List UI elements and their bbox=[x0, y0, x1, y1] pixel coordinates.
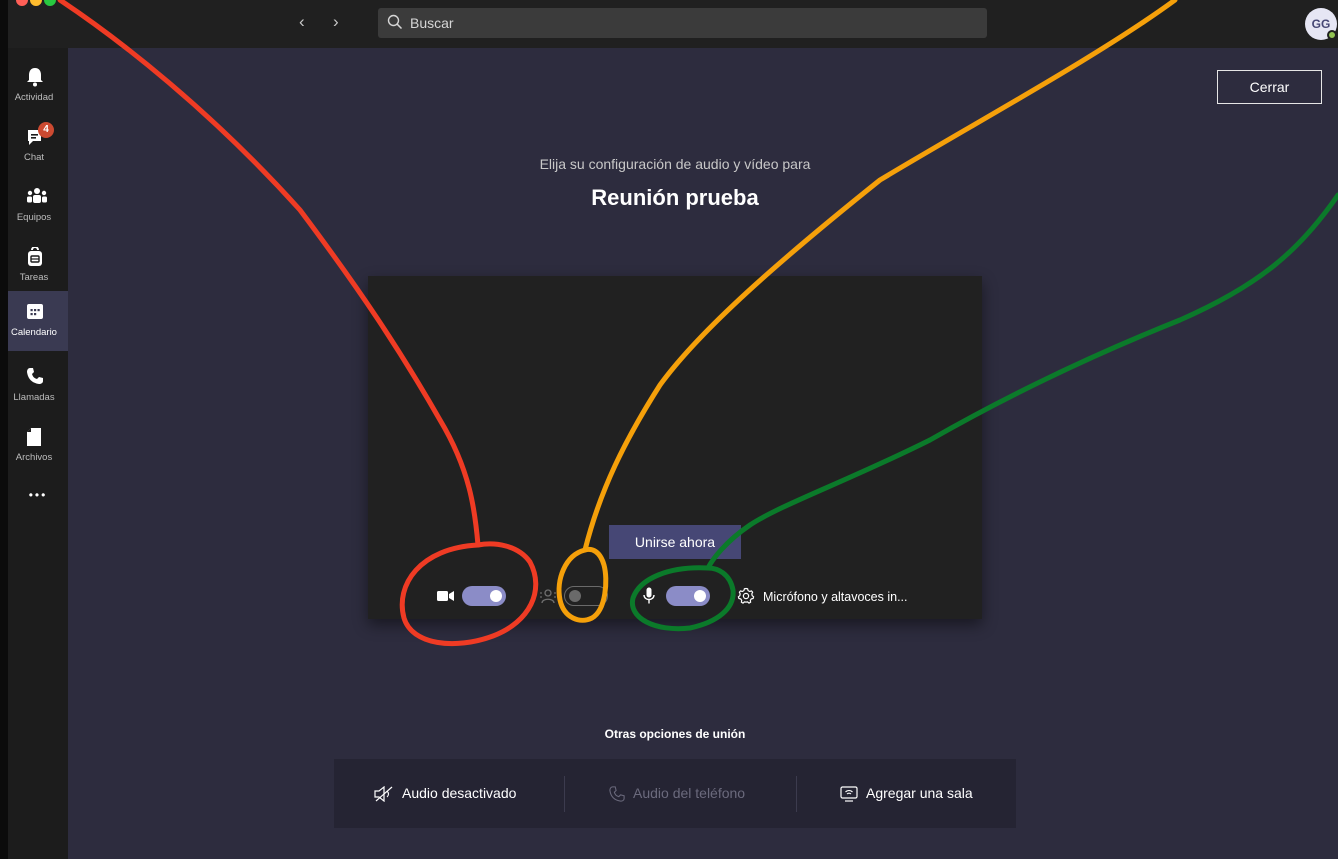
rail-item-label: Equipos bbox=[16, 212, 52, 223]
rail-item-actividad[interactable]: Actividad bbox=[8, 56, 68, 116]
forward-arrow-icon[interactable]: › bbox=[333, 12, 339, 32]
phone-audio-option: Audio del teléfono bbox=[609, 759, 799, 828]
camera-toggle[interactable] bbox=[462, 586, 506, 606]
divider bbox=[564, 776, 565, 812]
back-arrow-icon[interactable]: ‹ bbox=[299, 12, 305, 32]
search-icon bbox=[387, 14, 403, 30]
chat-unread-badge: 4 bbox=[38, 122, 54, 138]
meeting-title: Reunión prueba bbox=[591, 185, 759, 210]
rail-item-label: Llamadas bbox=[13, 392, 55, 403]
toggle-knob bbox=[490, 590, 502, 602]
camera-icon bbox=[437, 591, 454, 601]
title-bar: ‹ › Buscar bbox=[8, 0, 1338, 48]
avatar[interactable]: GG bbox=[1305, 8, 1337, 40]
rail-item-tareas[interactable]: Tareas bbox=[8, 236, 68, 296]
add-room-option[interactable]: Agregar una sala bbox=[840, 759, 1010, 828]
phone-icon bbox=[609, 786, 625, 802]
device-settings-gear-icon[interactable] bbox=[737, 587, 755, 605]
rail-item-label: Archivos bbox=[15, 452, 53, 463]
toggle-knob bbox=[694, 590, 706, 602]
rail-item-chat[interactable]: 4 Chat bbox=[8, 116, 68, 176]
option-label: Audio del teléfono bbox=[633, 785, 746, 801]
avatar-initials: GG bbox=[1311, 17, 1331, 31]
speaker-off-icon bbox=[374, 786, 393, 802]
minimize-window-button[interactable] bbox=[30, 0, 42, 6]
window-edge bbox=[0, 0, 8, 859]
rail-item-label: Tareas bbox=[19, 272, 49, 283]
app-rail: Actividad 4 Chat Equipos Tareas Calendar… bbox=[8, 48, 68, 859]
video-preview bbox=[368, 276, 982, 619]
background-blur-toggle[interactable] bbox=[564, 586, 608, 606]
microphone-icon bbox=[643, 587, 655, 604]
close-button[interactable]: Cerrar bbox=[1217, 70, 1322, 104]
tasks-icon bbox=[28, 247, 42, 266]
microphone-toggle[interactable] bbox=[666, 586, 710, 606]
other-options-title: Otras opciones de unión bbox=[604, 727, 746, 741]
search-placeholder: Buscar bbox=[410, 15, 454, 31]
room-icon bbox=[840, 786, 858, 802]
phone-icon bbox=[27, 368, 43, 384]
file-icon bbox=[27, 428, 41, 446]
option-label: Agregar una sala bbox=[866, 785, 973, 801]
toggle-knob bbox=[569, 590, 581, 602]
audio-device-label[interactable]: Micrófono y altavoces in... bbox=[763, 590, 908, 604]
more-icon: ••• bbox=[28, 488, 48, 502]
other-options-bar: Audio desactivado Audio del teléfono Agr… bbox=[334, 759, 1016, 828]
rail-item-label: Calendario bbox=[11, 327, 57, 338]
settings-subtitle: Elija su configuración de audio y vídeo … bbox=[539, 156, 811, 172]
background-blur-icon bbox=[540, 589, 556, 604]
option-label: Audio desactivado bbox=[402, 785, 517, 801]
presence-status-icon bbox=[1327, 30, 1337, 40]
rail-item-label: Chat bbox=[23, 152, 45, 163]
rail-item-llamadas[interactable]: Llamadas bbox=[8, 356, 68, 416]
more-apps-button[interactable]: ••• bbox=[8, 478, 68, 518]
bell-icon bbox=[27, 68, 43, 87]
rail-item-equipos[interactable]: Equipos bbox=[8, 176, 68, 236]
rail-item-calendario[interactable]: Calendario bbox=[8, 291, 68, 351]
close-window-button[interactable] bbox=[16, 0, 28, 6]
teams-icon bbox=[27, 188, 47, 203]
rail-item-label: Actividad bbox=[14, 92, 54, 103]
rail-item-archivos[interactable]: Archivos bbox=[8, 416, 68, 476]
join-now-button[interactable]: Unirse ahora bbox=[609, 525, 741, 559]
audio-off-option[interactable]: Audio desactivado bbox=[374, 759, 564, 828]
maximize-window-button[interactable] bbox=[44, 0, 56, 6]
divider bbox=[796, 776, 797, 812]
calendar-icon bbox=[27, 304, 43, 319]
search-input[interactable]: Buscar bbox=[378, 8, 987, 38]
